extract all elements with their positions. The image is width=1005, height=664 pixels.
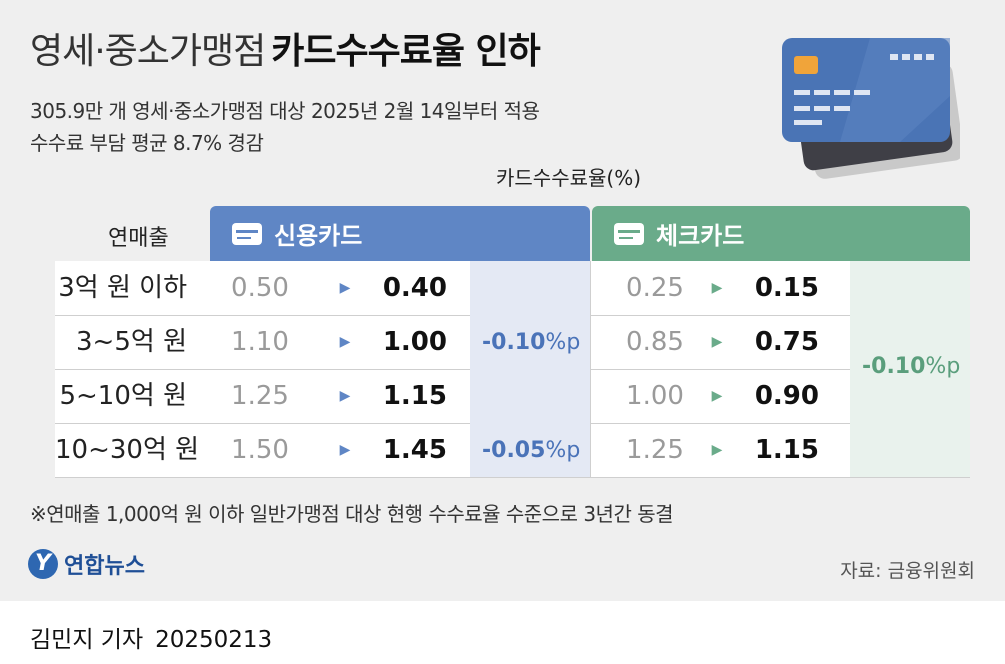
credit-card-header: 신용카드	[210, 206, 590, 261]
arrow-icon: ▶	[711, 388, 723, 404]
rate-unit-label: 카드수수료율(%)	[496, 166, 642, 190]
arrow-icon: ▶	[711, 334, 723, 350]
check-change-value: -0.10	[862, 354, 926, 379]
credit-change-lower-value: -0.05	[482, 438, 546, 463]
revenue-cell: 5~10억 원	[59, 381, 187, 411]
credit-old-rate: 0.50	[231, 273, 289, 303]
arrow-icon: ▶	[711, 442, 723, 458]
check-new-rate: 0.15	[754, 273, 819, 303]
credit-old-rate: 1.10	[231, 327, 289, 357]
arrow-icon: ▶	[339, 388, 351, 404]
credit-new-rate: 1.15	[382, 381, 447, 411]
credit-card-header-label: 신용카드	[274, 222, 363, 250]
arrow-icon: ▶	[711, 280, 723, 296]
check-new-rate: 0.90	[754, 381, 819, 411]
byline: 김민지 기자 20250213	[30, 620, 272, 654]
divider	[590, 261, 591, 477]
yonhap-logo-text: 연합뉴스	[64, 554, 145, 579]
revenue-cell: 10~30억 원	[55, 435, 200, 465]
card-icon	[614, 222, 644, 245]
arrow-icon: ▶	[339, 280, 351, 296]
title-bold: 카드수수료율 인하	[271, 31, 540, 72]
check-new-rate: 1.15	[754, 435, 819, 465]
check-change-unit: %p	[925, 354, 961, 379]
revenue-cell: 3억 원 이하	[58, 273, 187, 303]
credit-change-upper-unit: %p	[545, 330, 581, 355]
credit-old-rate: 1.50	[231, 435, 289, 465]
check-new-rate: 0.75	[754, 327, 819, 357]
footnote: ※연매출 1,000억 원 이하 일반가맹점 대상 현행 수수료율 수준으로 3…	[30, 502, 674, 526]
title-light: 영세·중소가맹점	[30, 31, 266, 72]
credit-new-rate: 1.00	[382, 327, 447, 357]
infographic-title: 영세·중소가맹점 카드수수료율 인하	[30, 22, 541, 74]
credit-change-upper-value: -0.10	[482, 330, 546, 355]
check-card-header: 체크카드	[592, 206, 970, 261]
check-old-rate: 0.25	[626, 273, 684, 303]
arrow-icon: ▶	[339, 334, 351, 350]
yonhap-logo-icon: Y	[28, 549, 58, 579]
arrow-icon: ▶	[339, 442, 351, 458]
credit-change-lower: -0.05%p	[482, 438, 580, 463]
revenue-cell: 3~5억 원	[76, 327, 187, 357]
credit-change-lower-unit: %p	[545, 438, 581, 463]
card-icon	[232, 222, 262, 245]
infographic-panel: 영세·중소가맹점 카드수수료율 인하 305.9만 개 영세·중소가맹점 대상 2…	[0, 0, 1005, 601]
check-change: -0.10%p	[862, 354, 960, 379]
credit-change-upper: -0.10%p	[482, 330, 580, 355]
check-card-header-label: 체크카드	[656, 222, 745, 250]
credit-old-rate: 1.25	[231, 381, 289, 411]
subtitle: 305.9만 개 영세·중소가맹점 대상 2025년 2월 14일부터 적용 수…	[30, 95, 540, 159]
publish-date: 20250213	[155, 627, 273, 653]
subtitle-line-1: 305.9만 개 영세·중소가맹점 대상 2025년 2월 14일부터 적용	[30, 99, 540, 123]
subtitle-line-2: 수수료 부담 평균 8.7% 경감	[30, 131, 264, 155]
credit-new-rate: 0.40	[382, 273, 447, 303]
credit-card-illustration	[782, 38, 960, 179]
credit-new-rate: 1.45	[382, 435, 447, 465]
source-note: 자료: 금융위원회	[840, 560, 975, 582]
check-old-rate: 0.85	[626, 327, 684, 357]
yonhap-logo: Y 연합뉴스	[28, 548, 145, 580]
check-old-rate: 1.00	[626, 381, 684, 411]
revenue-column-header: 연매출	[108, 226, 169, 251]
author: 김민지 기자	[30, 627, 144, 653]
check-old-rate: 1.25	[626, 435, 684, 465]
